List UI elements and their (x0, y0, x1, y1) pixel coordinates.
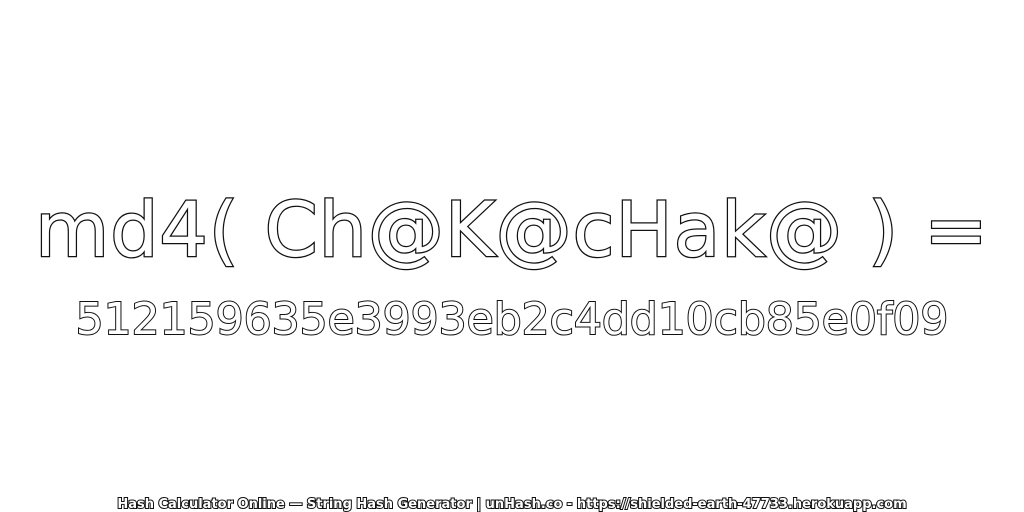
hash-expression: md4( Ch@K@cHak@ ) = (34, 184, 989, 276)
hash-image-canvas: md4( Ch@K@cHak@ ) = 512159635e3993eb2c4d… (0, 0, 1024, 512)
hash-result: 512159635e3993eb2c4dd10cb85e0f09 (75, 293, 950, 346)
footer-credit: Hash Calculator Online — String Hash Gen… (116, 496, 907, 512)
